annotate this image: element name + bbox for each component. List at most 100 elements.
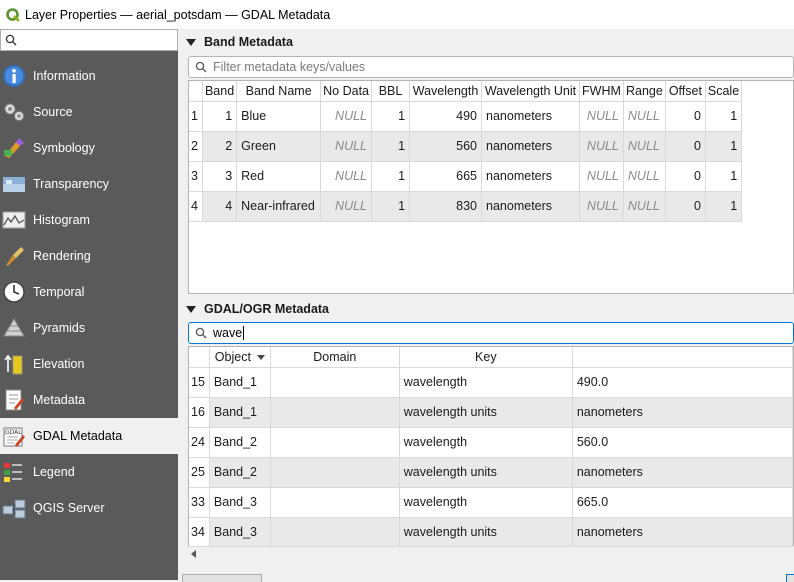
cell-offset[interactable]: 0 bbox=[665, 131, 706, 162]
cell-wavelength[interactable]: 830 bbox=[409, 191, 483, 222]
cell-domain[interactable] bbox=[270, 367, 400, 398]
sidebar-item-legend[interactable]: Legend bbox=[0, 454, 178, 490]
table-row[interactable]: 3 3 Red NULL 1 665 nanometers NULL NULL … bbox=[189, 161, 743, 192]
band-metadata-header[interactable]: Band Metadata bbox=[186, 32, 293, 52]
cell-value[interactable]: nanometers bbox=[572, 457, 793, 488]
column-header[interactable]: Offset bbox=[665, 81, 706, 102]
table-row[interactable]: 15 Band_1 wavelength 490.0 bbox=[189, 367, 793, 398]
cell-scale[interactable]: 1 bbox=[705, 101, 743, 132]
cell-wavelength[interactable]: 560 bbox=[409, 131, 483, 162]
column-header[interactable]: Wavelength Unit bbox=[481, 81, 581, 102]
cell-object[interactable]: Band_1 bbox=[209, 367, 271, 398]
cell-range[interactable]: NULL bbox=[623, 191, 666, 222]
column-header[interactable]: FWHM bbox=[579, 81, 624, 102]
dialog-button[interactable] bbox=[182, 574, 262, 582]
cell-nodata[interactable]: NULL bbox=[320, 101, 373, 132]
cell-nodata[interactable]: NULL bbox=[320, 191, 373, 222]
column-header[interactable]: Band Name bbox=[236, 81, 322, 102]
cell-object[interactable]: Band_3 bbox=[209, 487, 271, 518]
gdal-filter-input[interactable]: wave bbox=[188, 322, 794, 344]
cell-nodata[interactable]: NULL bbox=[320, 131, 373, 162]
cell-object[interactable]: Band_3 bbox=[209, 517, 271, 548]
column-header[interactable]: Range bbox=[623, 81, 666, 102]
cell-value[interactable]: nanometers bbox=[572, 517, 793, 548]
cell-domain[interactable] bbox=[270, 487, 400, 518]
cell-band-name[interactable]: Red bbox=[236, 161, 322, 192]
cell-object[interactable]: Band_2 bbox=[209, 427, 271, 458]
cell-wavelength[interactable]: 665 bbox=[409, 161, 483, 192]
sidebar-item-elevation[interactable]: Elevation bbox=[0, 346, 178, 382]
cell-bbl[interactable]: 1 bbox=[371, 101, 411, 132]
cell-fwhm[interactable]: NULL bbox=[579, 131, 624, 162]
cell-value[interactable]: 560.0 bbox=[572, 427, 793, 458]
cell-range[interactable]: NULL bbox=[623, 131, 666, 162]
column-header[interactable] bbox=[572, 347, 793, 368]
cell-fwhm[interactable]: NULL bbox=[579, 161, 624, 192]
cell-value[interactable]: nanometers bbox=[572, 397, 793, 428]
table-row[interactable]: 34 Band_3 wavelength units nanometers bbox=[189, 517, 793, 548]
cell-band[interactable]: 1 bbox=[202, 101, 238, 132]
cell-band[interactable]: 2 bbox=[202, 131, 238, 162]
cell-fwhm[interactable]: NULL bbox=[579, 101, 624, 132]
cell-range[interactable]: NULL bbox=[623, 101, 666, 132]
cell-domain[interactable] bbox=[270, 517, 400, 548]
cell-object[interactable]: Band_1 bbox=[209, 397, 271, 428]
column-header[interactable]: Scale bbox=[705, 81, 743, 102]
cell-key[interactable]: wavelength bbox=[399, 487, 573, 518]
cell-wavelength[interactable]: 490 bbox=[409, 101, 483, 132]
sidebar-item-qgis-server[interactable]: QGIS Server bbox=[0, 490, 178, 526]
cell-object[interactable]: Band_2 bbox=[209, 457, 271, 488]
cell-wavelength-unit[interactable]: nanometers bbox=[481, 131, 581, 162]
sidebar-item-gdal-metadata[interactable]: GDAL GDAL Metadata bbox=[0, 418, 178, 454]
cell-nodata[interactable]: NULL bbox=[320, 161, 373, 192]
cell-fwhm[interactable]: NULL bbox=[579, 191, 624, 222]
cell-band-name[interactable]: Blue bbox=[236, 101, 322, 132]
table-row[interactable]: 33 Band_3 wavelength 665.0 bbox=[189, 487, 793, 518]
cell-domain[interactable] bbox=[270, 397, 400, 428]
cell-range[interactable]: NULL bbox=[623, 161, 666, 192]
cell-bbl[interactable]: 1 bbox=[371, 131, 411, 162]
cell-wavelength-unit[interactable]: nanometers bbox=[481, 101, 581, 132]
sidebar-item-pyramids[interactable]: Pyramids bbox=[0, 310, 178, 346]
column-header[interactable]: Key bbox=[399, 347, 573, 368]
cell-key[interactable]: wavelength units bbox=[399, 397, 573, 428]
scroll-left-arrow-icon[interactable] bbox=[191, 550, 196, 558]
column-header[interactable]: No Data bbox=[320, 81, 373, 102]
table-row[interactable]: 24 Band_2 wavelength 560.0 bbox=[189, 427, 793, 458]
sidebar-item-rendering[interactable]: Rendering bbox=[0, 238, 178, 274]
sidebar-item-histogram[interactable]: Histogram bbox=[0, 202, 178, 238]
cell-bbl[interactable]: 1 bbox=[371, 191, 411, 222]
cell-key[interactable]: wavelength bbox=[399, 367, 573, 398]
cell-scale[interactable]: 1 bbox=[705, 131, 743, 162]
cell-offset[interactable]: 0 bbox=[665, 191, 706, 222]
table-row[interactable]: 25 Band_2 wavelength units nanometers bbox=[189, 457, 793, 488]
cell-value[interactable]: 490.0 bbox=[572, 367, 793, 398]
sidebar-item-temporal[interactable]: Temporal bbox=[0, 274, 178, 310]
gdal-ogr-metadata-header[interactable]: GDAL/OGR Metadata bbox=[186, 299, 329, 319]
sidebar-item-metadata[interactable]: Metadata bbox=[0, 382, 178, 418]
cell-offset[interactable]: 0 bbox=[665, 101, 706, 132]
column-header-object[interactable]: Object bbox=[209, 347, 271, 368]
column-header[interactable]: Wavelength bbox=[409, 81, 483, 102]
column-header[interactable]: Domain bbox=[270, 347, 400, 368]
band-filter-input[interactable]: Filter metadata keys/values bbox=[188, 56, 794, 78]
cell-domain[interactable] bbox=[270, 427, 400, 458]
column-header[interactable]: Band bbox=[202, 81, 238, 102]
cell-key[interactable]: wavelength units bbox=[399, 517, 573, 548]
cell-scale[interactable]: 1 bbox=[705, 161, 743, 192]
sidebar-search-input[interactable] bbox=[0, 29, 178, 51]
dialog-default-button[interactable] bbox=[786, 574, 794, 582]
table-row[interactable]: 16 Band_1 wavelength units nanometers bbox=[189, 397, 793, 428]
cell-band[interactable]: 3 bbox=[202, 161, 238, 192]
cell-value[interactable]: 665.0 bbox=[572, 487, 793, 518]
table-row[interactable]: 1 1 Blue NULL 1 490 nanometers NULL NULL… bbox=[189, 101, 743, 132]
cell-scale[interactable]: 1 bbox=[705, 191, 743, 222]
horizontal-scrollbar[interactable] bbox=[188, 546, 794, 560]
cell-key[interactable]: wavelength units bbox=[399, 457, 573, 488]
cell-bbl[interactable]: 1 bbox=[371, 161, 411, 192]
column-header[interactable]: BBL bbox=[371, 81, 411, 102]
cell-domain[interactable] bbox=[270, 457, 400, 488]
cell-band[interactable]: 4 bbox=[202, 191, 238, 222]
sidebar-item-transparency[interactable]: Transparency bbox=[0, 166, 178, 202]
cell-band-name[interactable]: Green bbox=[236, 131, 322, 162]
